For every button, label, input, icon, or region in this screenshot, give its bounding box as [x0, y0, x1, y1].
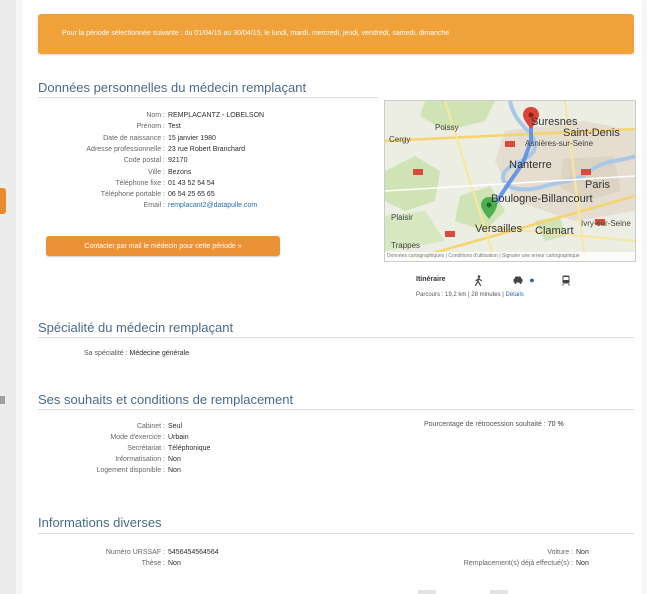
field-row: Téléphone portable :06 54 25 65 65	[101, 189, 215, 200]
wishes-section-rule	[38, 409, 634, 410]
field-label: Téléphone portable :	[100, 191, 165, 199]
route-summary: Parcours : 19,2 km | 28 minutes | Détail…	[416, 292, 524, 298]
field-value: 01 43 52 54 54	[168, 179, 215, 187]
field-label: Code postal :	[123, 157, 165, 165]
walk-icon[interactable]	[472, 274, 484, 286]
field-row: Date de naissance :15 janvier 1980	[103, 133, 216, 144]
field-label: Mode d'exercice :	[110, 434, 165, 441]
field-label: Informatisation :	[115, 456, 165, 463]
left-sidebar-edge	[0, 0, 16, 594]
field-row: Prénom : Test	[137, 121, 181, 132]
period-banner: Pour la période sélectionnée suivante : …	[38, 14, 634, 54]
map-label-saint-denis: Saint-Denis	[563, 127, 620, 139]
route-details-link[interactable]: Détails	[506, 292, 524, 298]
field-row: Nom : REMPLACANTZ - LOBELSON	[146, 110, 264, 121]
field-value: Téléphonique	[168, 445, 211, 452]
field-label: Logement disponible :	[96, 467, 166, 474]
map-label-nanterre: Nanterre	[509, 159, 552, 171]
field-value: Bezons	[168, 168, 192, 176]
field-label: Numéro URSSAF :	[105, 549, 165, 556]
map-label-plaisir: Plaisir	[391, 213, 413, 222]
specialty-label: Sa spécialité :	[84, 350, 128, 357]
field-row: Numéro URSSAF :5456454564564	[106, 547, 219, 558]
field-value: Seul	[168, 423, 183, 430]
map-label-paris: Paris	[585, 179, 611, 191]
field-row: Remplacement(s) déjà effectué(s) : Non	[464, 558, 589, 569]
map-label-versailles: Versailles	[475, 223, 523, 235]
car-selected-indicator-icon: ●	[529, 275, 535, 285]
field-row: Voiture : Non	[547, 547, 589, 558]
field-label: Ville :	[148, 168, 165, 176]
misc-section-title: Informations diverses	[38, 515, 162, 530]
field-row: Téléphone fixe :01 43 52 54 54	[115, 178, 215, 189]
personal-section-title: Données personnelles du médecin remplaça…	[38, 80, 307, 95]
map-label-asnieres: Asnières-sur-Seine	[525, 139, 594, 148]
field-value: remplacant2@datapulle.com	[168, 202, 258, 210]
field-label: Voiture :	[547, 549, 573, 556]
map-label-poissy: Poissy	[435, 123, 459, 132]
field-row: Thèse : Non	[142, 558, 181, 569]
field-value: 15 janvier 1980	[168, 134, 216, 142]
field-label: Secrétariat :	[127, 445, 165, 452]
wishes-section-title: Ses souhaits et conditions de remplaceme…	[38, 392, 294, 407]
field-value: Non	[168, 560, 181, 567]
retrocession-row: Pourcentage de rétrocession souhaité : 7…	[424, 421, 564, 428]
retrocession-label: Pourcentage de rétrocession souhaité :	[424, 421, 546, 428]
field-value: 5456454564564	[168, 549, 219, 556]
field-value: 06 54 25 65 65	[168, 191, 215, 199]
map-widget[interactable]: Suresnes Saint-Denis Asnières-sur-Seine …	[384, 100, 636, 262]
field-label: Cabinet :	[136, 423, 165, 430]
field-value: 23 rue Robert Branchard	[168, 145, 246, 153]
field-label: Prénom :	[136, 123, 165, 131]
field-label: Adresse professionnelle :	[86, 145, 165, 153]
map-label-clamart: Clamart	[535, 225, 574, 237]
map-label-trappes: Trappes	[391, 241, 421, 250]
map-attribution: Données cartographiques | Conditions d'u…	[385, 252, 635, 261]
field-value: Test	[168, 123, 181, 131]
field-label: Remplacement(s) déjà effectué(s) :	[463, 560, 573, 567]
transit-icon[interactable]	[560, 274, 572, 286]
misc-section-rule	[38, 533, 634, 534]
field-value: Non	[168, 456, 181, 463]
field-row: Code postal :92170	[124, 155, 188, 166]
specialty-row: Sa spécialité : Médecine générale	[84, 350, 189, 357]
field-row: Email : remplacant2@datapulle.com	[144, 200, 258, 211]
field-label: Nom :	[146, 112, 165, 119]
field-value: Non	[168, 467, 181, 474]
map-label-cergy: Cergy	[389, 135, 411, 144]
specialty-section-rule	[38, 337, 634, 338]
pager-box-2	[490, 590, 508, 594]
contact-by-email-button[interactable]: Contacter par mail le médecin pour cette…	[46, 236, 280, 256]
itinerary-label: Itinéraire	[416, 276, 446, 283]
field-row: Ville : Bezons	[148, 167, 191, 178]
map-label-ivry: Ivry-sur-Seine	[581, 219, 631, 228]
field-label: Téléphone fixe :	[115, 179, 165, 187]
car-icon[interactable]	[512, 274, 524, 286]
field-value: 92170	[168, 157, 188, 165]
field-value: Non	[576, 560, 589, 567]
sidebar-tab[interactable]	[0, 188, 6, 214]
field-row: Secrétariat : Téléphonique	[127, 443, 210, 454]
map-label-boulogne: Boulogne-Billancourt	[491, 193, 593, 205]
personal-section-rule	[38, 97, 378, 98]
field-row: Informatisation : Non	[115, 454, 181, 465]
route-distance-duration: Parcours : 19,2 km | 28 minutes |	[416, 292, 504, 298]
field-row: Logement disponible : Non	[97, 465, 181, 476]
sidebar-mark	[0, 396, 5, 404]
field-label: Thèse :	[141, 560, 165, 567]
field-row: Cabinet : Seul	[137, 421, 182, 432]
retrocession-value: 70 %	[547, 421, 564, 428]
field-value: Non	[576, 549, 589, 556]
field-row: Mode d'exercice : Urbain	[110, 432, 188, 443]
field-label: Date de naissance :	[103, 134, 165, 142]
field-label: Email :	[143, 202, 165, 210]
field-value: REMPLACANTZ - LOBELSON	[168, 112, 265, 119]
field-value: Urbain	[168, 434, 189, 441]
pager-box-1	[418, 590, 436, 594]
field-row: Adresse professionnelle :23 rue Robert B…	[86, 144, 245, 155]
specialty-section-title: Spécialité du médecin remplaçant	[38, 320, 234, 335]
specialty-value: Médecine générale	[129, 350, 190, 357]
